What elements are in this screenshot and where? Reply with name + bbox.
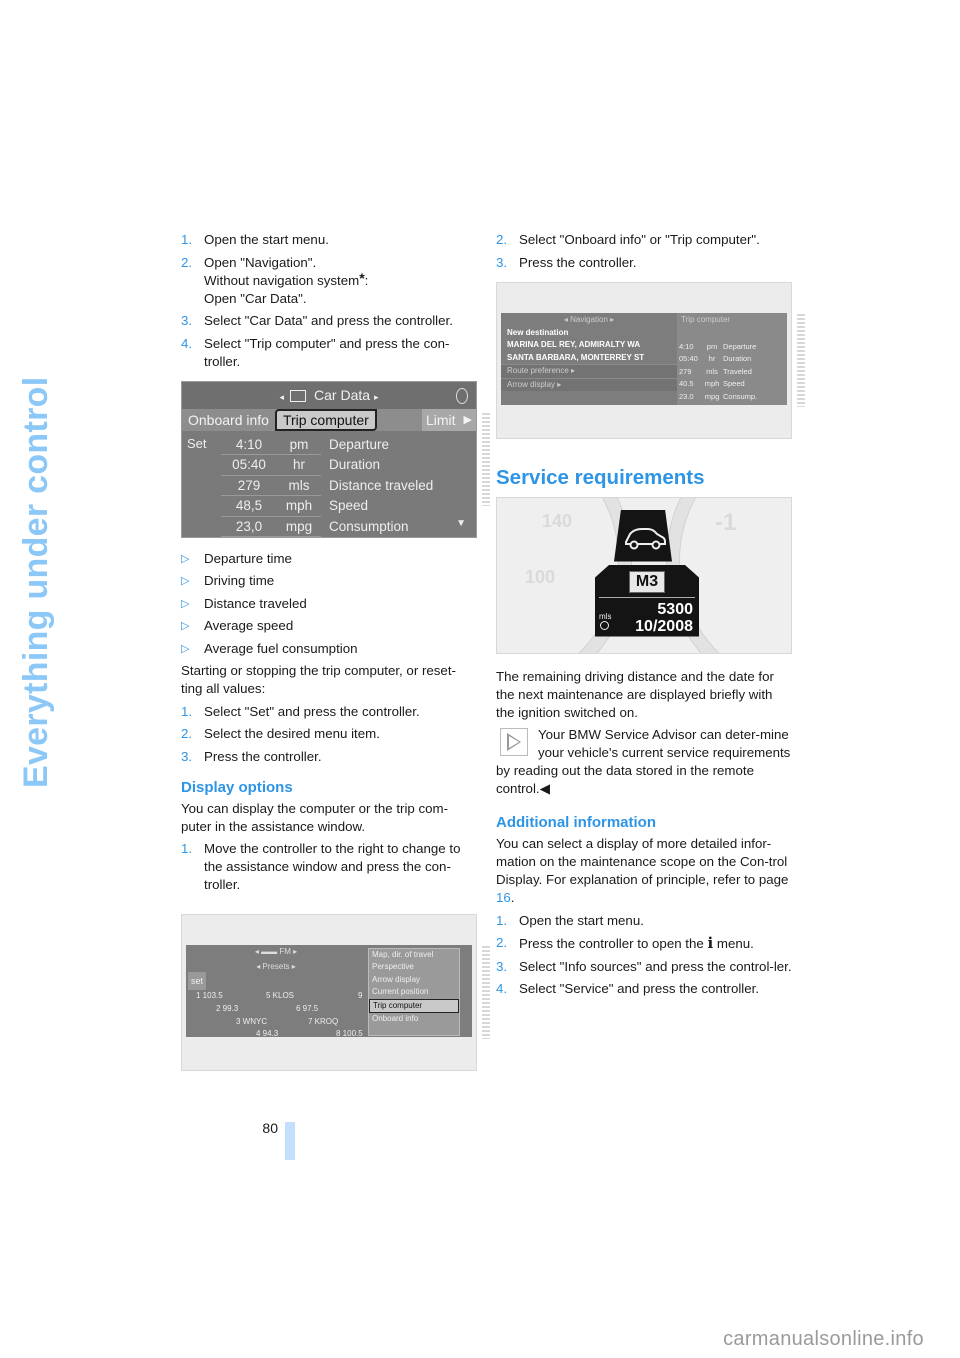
controller-icon: [456, 387, 468, 404]
service-display-figure: 140 100 -1 M3 mls 5300 10/2008: [496, 496, 792, 654]
trip-row: 4:10 pm Departure: [182, 435, 476, 455]
bullet-item: ▷ Average fuel consumption: [181, 640, 358, 656]
trip-row: 279 mls Traveled: [679, 366, 752, 376]
bullet-arrow-icon: ▷: [181, 642, 190, 655]
car-icon: [625, 527, 666, 549]
right-column: 2. Select "Onboard info" or "Trip compute…: [496, 231, 805, 1003]
note-arrow-icon: [500, 728, 528, 756]
step-item: 1. Open the start menu.: [496, 912, 644, 928]
figure-id-code: [482, 946, 490, 1039]
step-item: 1. Move the controller to the right to ch…: [181, 841, 461, 892]
trip-row: 23.0 mpg Consump.: [679, 391, 758, 401]
bullet-item: ▷ Departure time: [181, 550, 292, 566]
menu-item[interactable]: Current position: [369, 986, 459, 998]
assistance-screen: ◂ ▬▬ FM ▸ ◂ Presets ▸ set 1 103.5 5 KLOS…: [186, 945, 472, 1038]
step-item: 1. Select "Set" and press the controller.: [181, 703, 420, 719]
menu-item[interactable]: Perspective: [369, 961, 459, 973]
trip-row: 4:10 pm Departure: [679, 341, 757, 351]
car-data-screen-figure: ◂ Car Data ▸ Onboard info Trip computer L…: [181, 380, 490, 538]
page-link[interactable]: 16: [496, 890, 511, 905]
display-options-heading: Display options: [181, 778, 293, 796]
screen-title-bar: ◂ Car Data ▸: [182, 381, 476, 409]
set-option[interactable]: Set: [187, 435, 207, 453]
trip-row: 279 mls Distance traveled: [182, 476, 476, 496]
model-badge: M3: [629, 570, 665, 593]
menu-item[interactable]: Map, dir. of travel: [369, 949, 459, 961]
bullet-item: ▷ Driving time: [181, 573, 275, 588]
step-item: 1. Open the start menu.: [181, 232, 329, 247]
screen-tabs: Onboard info Trip computer Limit ▶: [182, 408, 476, 431]
step-item: 2. Press the controller to open the i men…: [496, 934, 754, 952]
trip-row: 05:40 hr Duration: [679, 354, 752, 364]
tab-onboard-info[interactable]: Onboard info: [182, 409, 275, 431]
nav-item[interactable]: New destination: [501, 327, 677, 340]
nav-item[interactable]: MARINA DEL REY, ADMIRALTY WA: [501, 339, 677, 352]
end-mark-icon: ◀: [539, 781, 550, 796]
preset-item[interactable]: 9: [358, 987, 362, 1005]
nav-item[interactable]: Arrow display ▸: [501, 377, 677, 392]
scroll-down-icon: ▼: [456, 518, 466, 529]
step-item: 4. Select "Service" and press the control…: [496, 981, 760, 996]
display-options-intro: You can display the computer or the trip…: [181, 800, 449, 834]
preset-item[interactable]: 8 100.5: [336, 1025, 363, 1043]
nav-item[interactable]: SANTA BARBARA, MONTERREY ST: [501, 352, 677, 365]
clock-icon: [600, 620, 609, 630]
bullet-item: ▷ Average speed: [181, 618, 294, 633]
page-marker-bar: [285, 1122, 295, 1160]
tab-scroll-right-icon[interactable]: ▶: [459, 408, 476, 431]
additional-info-intro: You can select a display of more detaile…: [496, 836, 789, 905]
step-item: 3. Press the controller.: [181, 748, 322, 764]
preset-item[interactable]: 2 99.3: [216, 1000, 238, 1018]
navigation-screen: ◂ Navigation ▸ New destination MARINA DE…: [501, 312, 787, 405]
navigation-trip-figure: ◂ Navigation ▸ New destination MARINA DE…: [496, 281, 805, 439]
bullet-item: ▷ Distance traveled: [181, 595, 307, 611]
trip-row: 48,5 mph Speed: [182, 496, 476, 517]
preset-item[interactable]: 5 KLOS: [266, 987, 294, 1005]
computer-icon: [290, 389, 307, 402]
menu-item[interactable]: Arrow display: [369, 974, 459, 986]
bullet-arrow-icon: ▷: [181, 575, 190, 587]
step-item: 2. Select "Onboard info" or "Trip compute…: [496, 232, 760, 247]
service-requirements-heading: Service requirements: [496, 465, 705, 489]
bullet-arrow-icon: ▷: [181, 552, 190, 565]
arrow-left-icon: ◂: [279, 391, 285, 402]
step-item: 3. Press the controller.: [496, 254, 637, 270]
service-body: The remaining driving distance and the d…: [496, 668, 774, 720]
trip-row: 23,0 mpg Consumption: [182, 517, 476, 537]
step-item: 3. Select "Info sources" and press the co…: [496, 958, 792, 974]
trip-data-rows: Set 4:10 pm Departure 05:40 hr Duration 279 m…: [182, 431, 476, 537]
remaining-distance: 5300: [657, 600, 693, 618]
arrow-right-icon: ▸: [373, 391, 379, 402]
trip-computer-panel: Trip computer 4:10 pm Departure 05:40 hr Dur…: [677, 312, 787, 405]
step-item: 4. Select "Trip computer" and press the …: [181, 335, 450, 369]
menu-item[interactable]: Onboard info: [369, 1013, 459, 1025]
nav-item[interactable]: Route preference ▸: [501, 364, 677, 378]
step-item: 2. Open "Navigation". Without navigation…: [181, 254, 369, 306]
step-item: 3. Select "Car Data" and press the contr…: [181, 313, 453, 328]
reset-intro: Starting or stopping the trip computer, …: [181, 663, 456, 696]
trip-row: 05:40 hr Duration: [182, 455, 476, 476]
bullet-arrow-icon: ▷: [181, 620, 190, 632]
page-number: 80: [262, 1120, 278, 1136]
step-item: 2. Select the desired menu item.: [181, 726, 380, 741]
assistance-menu: Map, dir. of travel Perspective Arrow di…: [368, 948, 460, 1036]
watermark: carmanualsonline.info: [723, 1328, 924, 1350]
service-info-panel: M3 mls 5300 10/2008: [595, 564, 699, 637]
chapter-side-title: Everything under control: [17, 376, 55, 788]
service-car-icon-panel: [614, 509, 672, 562]
additional-info-heading: Additional information: [496, 814, 656, 831]
service-date: 10/2008: [635, 617, 693, 635]
bullet-arrow-icon: ▷: [181, 597, 190, 610]
figure-id-code: [797, 313, 805, 407]
tab-limit[interactable]: Limit: [421, 408, 460, 431]
preset-item[interactable]: 7 KROQ: [308, 1013, 338, 1031]
menu-item-selected[interactable]: Trip computer: [369, 998, 459, 1013]
figure-id-code: [482, 412, 490, 506]
left-column: 1. Open the start menu. 2. Open "Navigat…: [181, 231, 490, 1071]
service-note: Your BMW Service Advisor can deter-mine …: [496, 727, 791, 796]
trip-row: 40.5 mph Speed: [679, 379, 745, 389]
preset-item[interactable]: 4 94.3: [256, 1025, 278, 1043]
assistance-window-figure: ◂ ▬▬ FM ▸ ◂ Presets ▸ set 1 103.5 5 KLOS…: [181, 914, 490, 1071]
tab-trip-computer[interactable]: Trip computer: [274, 408, 377, 431]
